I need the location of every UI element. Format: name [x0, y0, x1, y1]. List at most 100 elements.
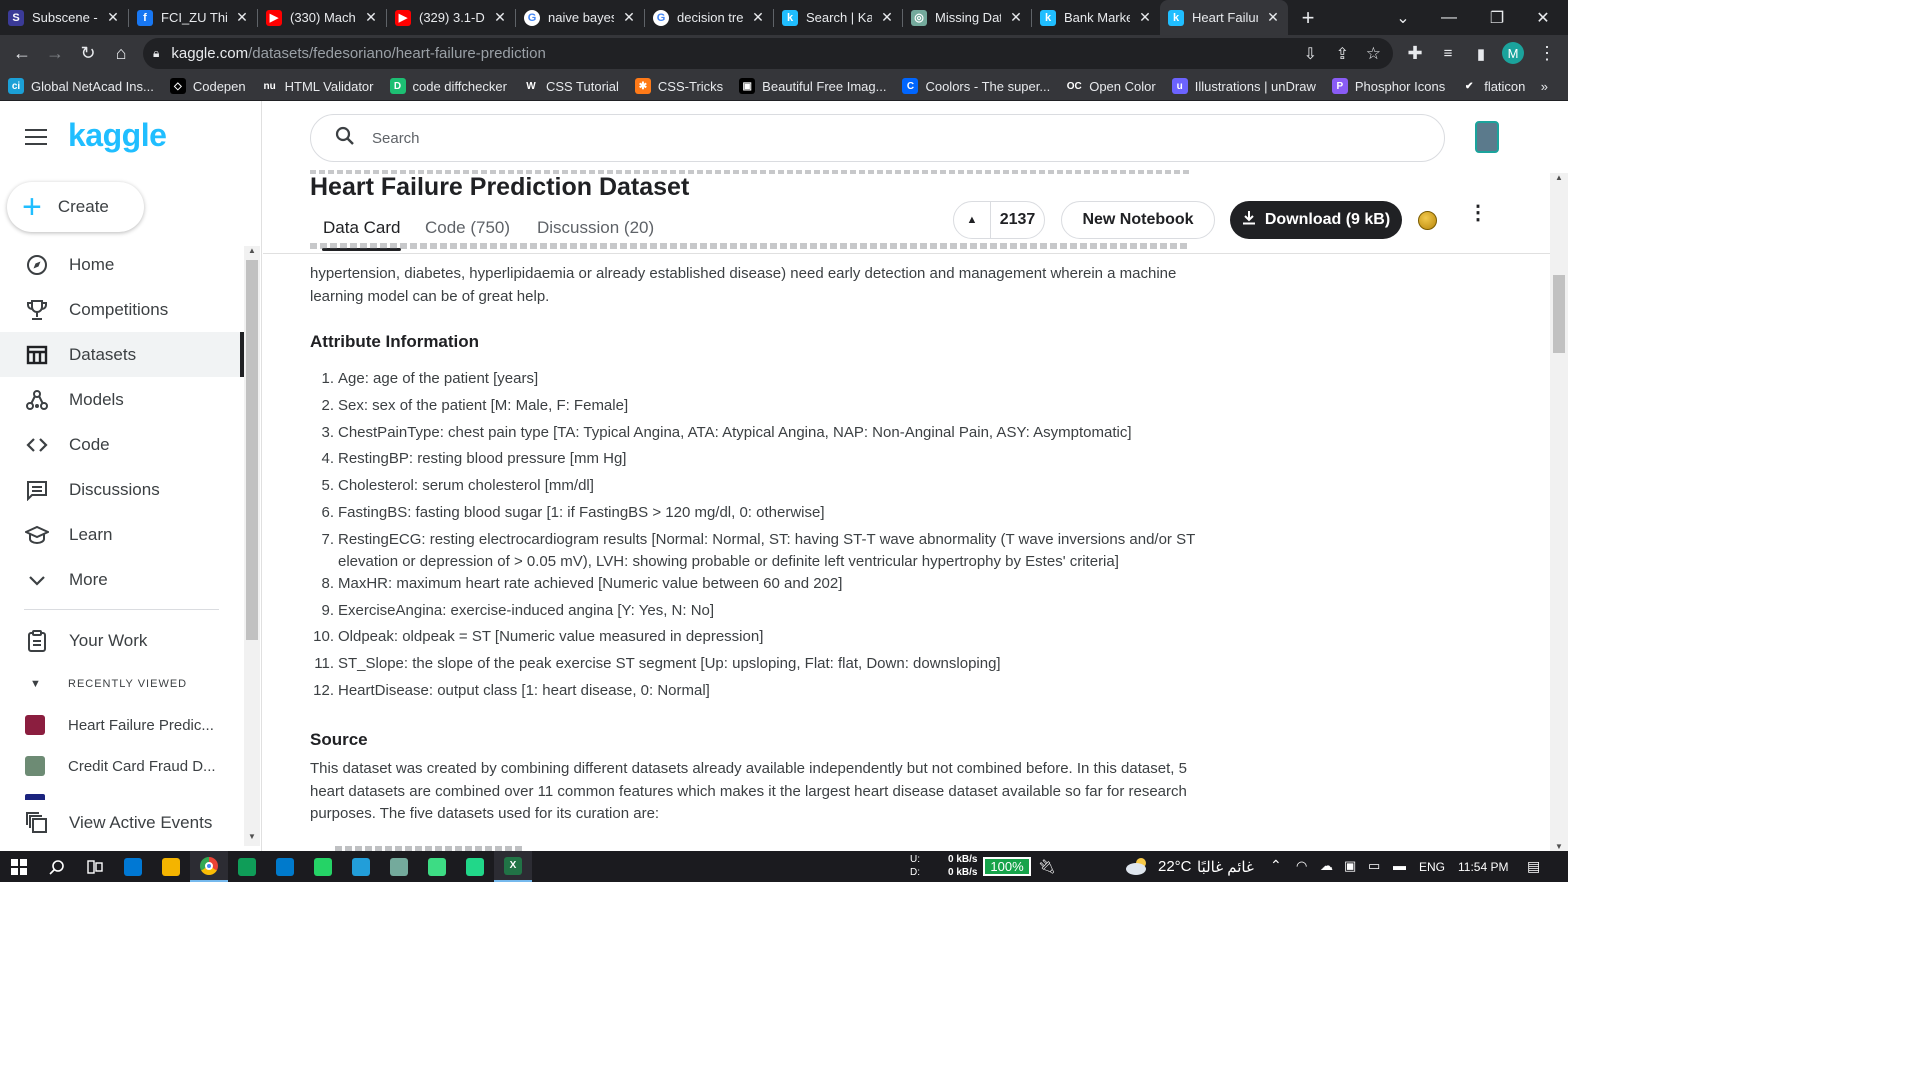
browser-tab[interactable]: ▶ (330) Machi ✕ — [258, 0, 386, 35]
telegram-icon[interactable] — [342, 851, 380, 882]
sidebar-item-competitions[interactable]: Competitions — [0, 287, 244, 332]
sidebar-item-home[interactable]: Home — [0, 242, 244, 287]
tab-data-card[interactable]: Data Card — [323, 218, 400, 238]
back-icon[interactable]: ← — [5, 37, 39, 71]
browser-tab[interactable]: f FCI_ZU Thir ✕ — [129, 0, 257, 35]
pycharm-icon[interactable] — [456, 851, 494, 882]
browser-tab[interactable]: k Heart Failur ✕ — [1160, 0, 1288, 35]
browser-tab[interactable]: Gdecision tre ✕ — [645, 0, 773, 35]
browser-tab[interactable]: k Bank Marke ✕ — [1032, 0, 1160, 35]
recently-viewed-caret-icon[interactable]: ▼ — [30, 678, 41, 690]
excel-icon[interactable]: X — [494, 851, 532, 882]
sidebar-item-view-active-events[interactable]: View Active Events — [0, 800, 244, 845]
new-tab-icon[interactable]: + — [1288, 5, 1328, 31]
upvote-button[interactable]: ▲ 2137 — [953, 201, 1045, 239]
whatsapp-icon[interactable] — [304, 851, 342, 882]
forward-icon[interactable]: → — [38, 37, 72, 71]
battery-icon[interactable]: ▬ — [1393, 858, 1406, 873]
home-icon[interactable]: ⌂ — [104, 37, 138, 71]
bookmark-item[interactable]: ci Global NetAcad Ins... — [0, 78, 162, 94]
bookmark-item[interactable]: ✔ flaticon — [1453, 78, 1533, 94]
close-tab-icon[interactable]: ✕ — [1009, 9, 1023, 26]
weather-cloud-icon[interactable] — [1124, 856, 1152, 876]
search-box[interactable]: Search — [310, 114, 1445, 162]
bookmarks-overflow-icon[interactable]: » — [1533, 79, 1556, 94]
download-button[interactable]: Download (9 kB) — [1230, 201, 1402, 239]
close-tab-icon[interactable]: ✕ — [1266, 9, 1280, 26]
bookmark-item[interactable]: Dcode diffchecker — [382, 78, 515, 94]
new-notebook-button[interactable]: New Notebook — [1061, 201, 1215, 239]
restore-icon[interactable]: ❐ — [1474, 0, 1520, 35]
chatgpt-icon[interactable] — [380, 851, 418, 882]
minimize-icon[interactable]: — — [1426, 0, 1472, 35]
tab-discussion[interactable]: Discussion (20) — [537, 218, 654, 238]
bookmark-item[interactable]: OC Open Color — [1058, 78, 1163, 94]
bookmark-item[interactable]: ▣ Beautiful Free Imag... — [731, 78, 894, 94]
extensions-icon[interactable]: ✚ — [1398, 37, 1432, 71]
recent-item[interactable]: Credit Card Fraud D... — [0, 746, 244, 786]
sidebar-scroll-thumb[interactable] — [246, 260, 258, 640]
weather-temp[interactable]: 22°C — [1158, 858, 1192, 875]
windows-start-icon[interactable] — [0, 851, 38, 882]
bookmark-item[interactable]: C Coolors - The super... — [894, 78, 1058, 94]
user-avatar[interactable] — [1475, 121, 1499, 153]
clock[interactable]: 11:54 PM — [1458, 860, 1508, 874]
chrome-icon[interactable] — [190, 851, 228, 882]
page-scrollbar[interactable]: ▲ ▼ — [1550, 173, 1568, 851]
bookmark-item[interactable]: nu HTML Validator — [254, 78, 382, 94]
bookmark-item[interactable]: ◇ Codepen — [162, 78, 254, 94]
bookmark-star-icon[interactable]: ☆ — [1366, 44, 1381, 64]
browser-menu-icon[interactable]: ⋮ — [1530, 37, 1564, 71]
close-window-icon[interactable]: ✕ — [1520, 0, 1566, 35]
sidebar-scrollbar[interactable]: ▲ ▼ — [244, 246, 260, 846]
sidebar-item-more[interactable]: More — [0, 557, 244, 602]
sidebar-item-code[interactable]: Code — [0, 422, 244, 467]
page-scroll-thumb[interactable] — [1553, 275, 1565, 353]
address-bar[interactable]: 🔒︎ kaggle.com/datasets/fedesoriano/heart… — [143, 38, 1393, 69]
close-tab-icon[interactable]: ✕ — [106, 9, 120, 26]
onedrive-icon[interactable]: ☁︎ — [1320, 858, 1333, 874]
close-tab-icon[interactable]: ✕ — [751, 9, 765, 26]
tray-chevron-icon[interactable]: ⌃ — [1270, 857, 1282, 874]
sidebar-item-discussions[interactable]: Discussions — [0, 467, 244, 512]
reload-icon[interactable]: ↻ — [71, 37, 105, 71]
edge-icon[interactable] — [228, 851, 266, 882]
bookmark-item[interactable]: ✱ CSS-Tricks — [627, 78, 731, 94]
kaggle-logo[interactable]: kaggle — [68, 117, 167, 154]
notifications-icon[interactable]: ▤ — [1527, 858, 1540, 875]
install-icon[interactable]: ⇩ — [1304, 44, 1317, 64]
sidebar-item-learn[interactable]: Learn — [0, 512, 244, 557]
volume-icon[interactable]: ▭ — [1368, 858, 1380, 874]
hamburger-menu-icon[interactable] — [25, 129, 47, 146]
language-indicator[interactable]: ENG — [1419, 860, 1445, 874]
security-icon[interactable]: ▣ — [1344, 858, 1356, 874]
search-input[interactable]: Search — [372, 130, 420, 147]
close-tab-icon[interactable]: ✕ — [880, 9, 894, 26]
more-options-icon[interactable]: ⋮ — [1468, 203, 1488, 223]
sidebar-item-datasets[interactable]: Datasets — [0, 332, 244, 377]
media-queue-icon[interactable]: ≡ — [1431, 37, 1465, 71]
search-icon[interactable] — [38, 851, 76, 882]
bookmark-item[interactable]: W CSS Tutorial — [515, 78, 627, 94]
profile-avatar[interactable]: M — [1502, 42, 1524, 64]
browser-tab[interactable]: ▶ (329) 3.1-D ✕ — [387, 0, 515, 35]
share-icon[interactable]: ⇪ — [1336, 44, 1349, 64]
tab-search-icon[interactable]: ⌄ — [1380, 0, 1426, 35]
side-panel-icon[interactable]: ▮ — [1464, 37, 1498, 71]
browser-tab[interactable]: Gnaive bayes ✕ — [516, 0, 644, 35]
tab-code[interactable]: Code (750) — [425, 218, 510, 238]
bookmark-item[interactable]: P Phosphor Icons — [1324, 78, 1453, 94]
vscode-icon[interactable] — [266, 851, 304, 882]
browser-tab[interactable]: ◎ Missing Dat ✕ — [903, 0, 1031, 35]
close-tab-icon[interactable]: ✕ — [235, 9, 249, 26]
sidebar-item-models[interactable]: Models — [0, 377, 244, 422]
weather-text[interactable]: غائم غالبًا — [1197, 858, 1254, 876]
store-icon[interactable] — [114, 851, 152, 882]
task-view-icon[interactable] — [76, 851, 114, 882]
browser-tab[interactable]: S Subscene - ✕ — [0, 0, 128, 35]
recent-item[interactable]: Heart Failure Predic... — [0, 705, 244, 745]
android-studio-icon[interactable] — [418, 851, 456, 882]
close-tab-icon[interactable]: ✕ — [1138, 9, 1152, 26]
close-tab-icon[interactable]: ✕ — [493, 9, 507, 26]
sidebar-item-your-work[interactable]: Your Work — [0, 618, 244, 663]
